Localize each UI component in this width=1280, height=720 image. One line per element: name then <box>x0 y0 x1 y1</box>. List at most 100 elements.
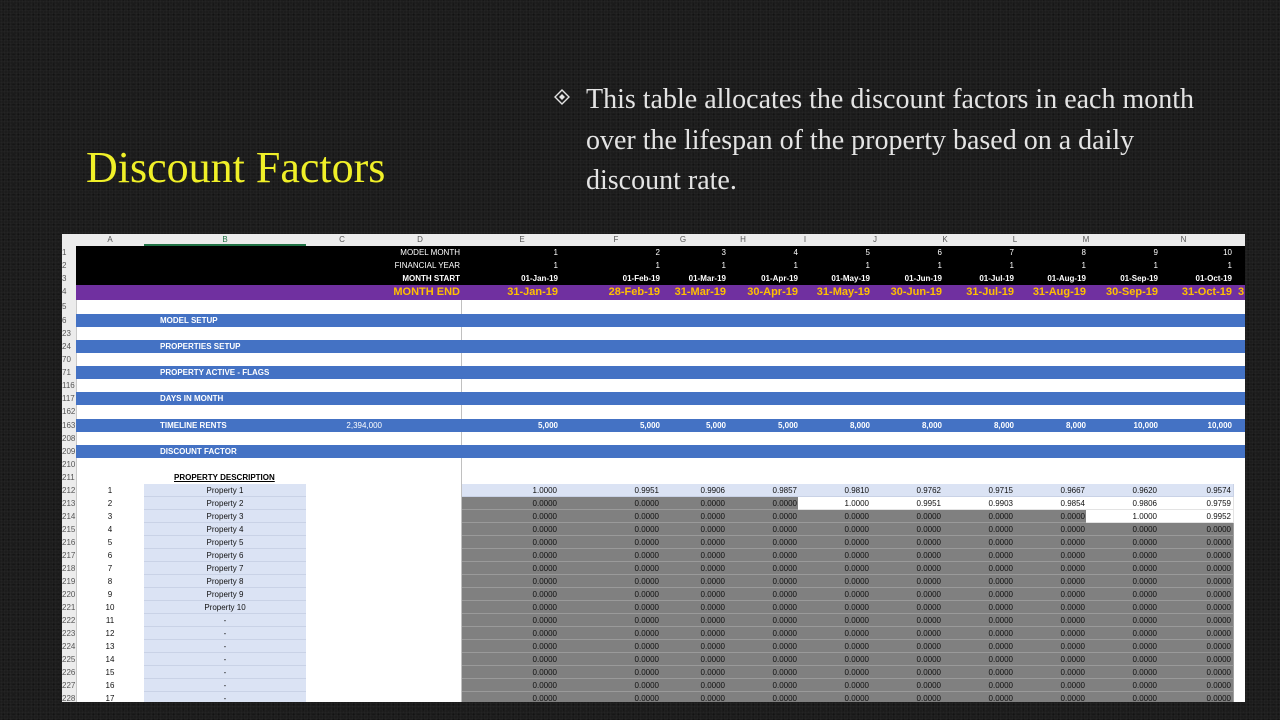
discount-factor-cell[interactable]: 0.0000 <box>942 692 1016 702</box>
discount-factor-cell[interactable]: 0.0000 <box>660 497 728 510</box>
discount-factor-cell[interactable]: 0.0000 <box>726 614 800 627</box>
column-letter-e[interactable]: E <box>462 234 582 246</box>
discount-factor-cell[interactable]: 0.0000 <box>798 588 872 601</box>
row-number[interactable]: 6 <box>62 314 76 327</box>
discount-factor-cell[interactable]: 0.0000 <box>558 601 662 614</box>
row-number[interactable]: 210 <box>62 458 76 471</box>
property-name[interactable]: Property 3 <box>144 510 306 523</box>
property-name[interactable]: Property 8 <box>144 575 306 588</box>
property-name[interactable]: Property 2 <box>144 497 306 510</box>
discount-factor-cell[interactable]: 0.0000 <box>1086 614 1160 627</box>
column-letter-j[interactable]: J <box>840 234 910 246</box>
discount-factor-cell[interactable]: 0.9762 <box>870 484 944 497</box>
discount-factor-cell[interactable]: 0.0000 <box>870 627 944 640</box>
row-number[interactable]: 227 <box>62 679 76 692</box>
discount-factor-cell[interactable]: 0.9806 <box>1086 497 1160 510</box>
discount-factor-cell[interactable]: 0.0000 <box>726 510 800 523</box>
discount-factor-cell[interactable]: 0.0000 <box>1086 549 1160 562</box>
property-name[interactable]: Property 10 <box>144 601 306 614</box>
property-name[interactable]: - <box>144 692 306 702</box>
column-letter-i[interactable]: I <box>770 234 840 246</box>
discount-factor-cell[interactable]: 0.0000 <box>942 549 1016 562</box>
discount-factor-cell[interactable]: 0.0000 <box>798 562 872 575</box>
discount-factor-cell[interactable]: 0.0000 <box>870 653 944 666</box>
column-letter-m[interactable]: M <box>1050 234 1122 246</box>
row-number[interactable]: 5 <box>62 300 76 313</box>
discount-factor-cell[interactable]: 0.0000 <box>1086 640 1160 653</box>
discount-factor-cell[interactable]: 0.0000 <box>558 536 662 549</box>
discount-factor-cell[interactable]: 0.0000 <box>660 549 728 562</box>
discount-factor-cell[interactable]: 0.9857 <box>726 484 800 497</box>
discount-factor-cell[interactable]: 0.0000 <box>870 692 944 702</box>
discount-factor-cell[interactable]: 0.0000 <box>798 653 872 666</box>
column-letter-n[interactable]: N <box>1122 234 1245 246</box>
discount-factor-cell[interactable]: 0.0000 <box>462 575 560 588</box>
row-number[interactable]: 225 <box>62 653 76 666</box>
discount-factor-cell[interactable]: 0.0000 <box>870 614 944 627</box>
discount-factor-cell[interactable]: 0.0000 <box>1014 549 1088 562</box>
property-name[interactable]: Property 5 <box>144 536 306 549</box>
discount-factor-cell[interactable]: 0.0000 <box>870 549 944 562</box>
discount-factor-cell[interactable]: 0.0000 <box>798 627 872 640</box>
discount-factor-cell[interactable]: 0.0000 <box>1086 666 1160 679</box>
discount-factor-cell[interactable]: 0.0000 <box>660 562 728 575</box>
row-number[interactable]: 1 <box>62 246 76 259</box>
discount-factor-cell[interactable]: 0.0000 <box>870 588 944 601</box>
discount-factor-cell[interactable]: 0.0000 <box>462 601 560 614</box>
row-number[interactable]: 212 <box>62 484 76 497</box>
discount-factor-cell[interactable]: 0.0000 <box>1158 601 1234 614</box>
discount-factor-cell[interactable]: 0.0000 <box>1086 588 1160 601</box>
row-number[interactable]: 4 <box>62 285 76 298</box>
discount-factor-cell[interactable]: 0.0000 <box>558 679 662 692</box>
column-letter-a[interactable]: A <box>76 234 144 246</box>
discount-factor-cell[interactable]: 0.0000 <box>942 601 1016 614</box>
discount-factor-cell[interactable]: 0.0000 <box>660 666 728 679</box>
discount-factor-cell[interactable]: 0.0000 <box>726 627 800 640</box>
property-name[interactable]: - <box>144 679 306 692</box>
discount-factor-cell[interactable]: 0.9951 <box>558 484 662 497</box>
discount-factor-cell[interactable]: 0.0000 <box>942 666 1016 679</box>
row-number[interactable]: 220 <box>62 588 76 601</box>
discount-factor-cell[interactable]: 0.0000 <box>1014 640 1088 653</box>
discount-factor-cell[interactable]: 0.0000 <box>1014 679 1088 692</box>
row-number[interactable]: 208 <box>62 432 76 445</box>
discount-factor-cell[interactable]: 0.0000 <box>798 536 872 549</box>
discount-factor-cell[interactable]: 0.0000 <box>558 562 662 575</box>
discount-factor-cell[interactable]: 0.0000 <box>798 510 872 523</box>
discount-factor-cell[interactable]: 0.0000 <box>462 523 560 536</box>
discount-factor-cell[interactable]: 1.0000 <box>462 484 560 497</box>
discount-factor-cell[interactable]: 0.0000 <box>660 627 728 640</box>
discount-factor-cell[interactable]: 0.0000 <box>726 549 800 562</box>
discount-factor-cell[interactable]: 0.0000 <box>660 510 728 523</box>
discount-factor-cell[interactable]: 0.0000 <box>1014 523 1088 536</box>
column-letter-g[interactable]: G <box>650 234 716 246</box>
discount-factor-cell[interactable]: 0.0000 <box>1086 536 1160 549</box>
discount-factor-cell[interactable]: 0.0000 <box>798 692 872 702</box>
discount-factor-cell[interactable]: 0.0000 <box>726 562 800 575</box>
discount-factor-cell[interactable]: 0.0000 <box>942 614 1016 627</box>
property-name[interactable]: Property 7 <box>144 562 306 575</box>
discount-factor-cell[interactable]: 0.0000 <box>1158 549 1234 562</box>
discount-factor-cell[interactable]: 0.0000 <box>942 536 1016 549</box>
discount-factor-cell[interactable]: 0.0000 <box>942 653 1016 666</box>
discount-factor-cell[interactable]: 0.9952 <box>1158 510 1234 523</box>
column-letter-d[interactable]: D <box>378 234 462 246</box>
property-name[interactable]: Property 9 <box>144 588 306 601</box>
property-name[interactable]: Property 4 <box>144 523 306 536</box>
row-number[interactable]: 219 <box>62 575 76 588</box>
row-number[interactable]: 215 <box>62 523 76 536</box>
discount-factor-cell[interactable]: 0.9810 <box>798 484 872 497</box>
discount-factor-cell[interactable]: 0.0000 <box>1158 575 1234 588</box>
row-number[interactable]: 214 <box>62 510 76 523</box>
discount-factor-cell[interactable]: 0.0000 <box>942 510 1016 523</box>
column-letter-c[interactable]: C <box>306 234 378 246</box>
discount-factor-cell[interactable]: 0.0000 <box>1014 614 1088 627</box>
discount-factor-cell[interactable]: 0.0000 <box>1014 692 1088 702</box>
discount-factor-cell[interactable]: 0.0000 <box>558 523 662 536</box>
discount-factor-cell[interactable]: 0.0000 <box>726 575 800 588</box>
discount-factor-cell[interactable]: 0.0000 <box>1158 653 1234 666</box>
property-name[interactable]: Property 1 <box>144 484 306 497</box>
discount-factor-cell[interactable]: 0.0000 <box>726 666 800 679</box>
discount-factor-cell[interactable]: 0.0000 <box>870 679 944 692</box>
discount-factor-cell[interactable]: 0.0000 <box>1014 601 1088 614</box>
